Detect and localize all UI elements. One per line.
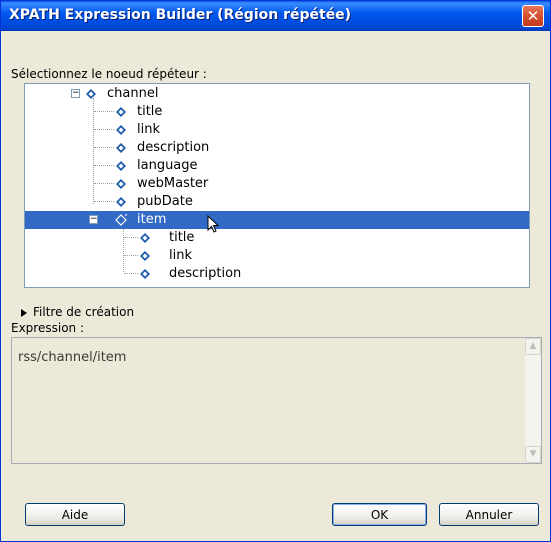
element-node-icon (140, 233, 150, 243)
ok-button[interactable]: OK (332, 503, 427, 526)
node-label: channel (107, 86, 159, 101)
expression-label: Expression : (11, 321, 84, 335)
expression-value: rss/channel/item (18, 350, 127, 365)
help-button[interactable]: Aide (25, 503, 125, 526)
collapse-icon[interactable]: − (71, 89, 80, 98)
node-label: link (169, 248, 192, 263)
tree-node-channel[interactable]: − channel (25, 85, 529, 103)
dialog-window: XPATH Expression Builder (Région répétée… (0, 0, 551, 542)
element-node-icon (86, 89, 96, 99)
element-node-icon (116, 143, 126, 153)
tree-node-link[interactable]: link (25, 121, 529, 139)
element-node-icon (116, 197, 126, 207)
scroll-down-icon[interactable]: ▼ (525, 446, 541, 463)
scroll-up-icon[interactable]: ▲ (525, 338, 541, 355)
node-label: description (137, 140, 210, 155)
tree-node-item-title[interactable]: title (25, 229, 529, 247)
tree-node-language[interactable]: language (25, 157, 529, 175)
filter-toggle[interactable]: Filtre de création (21, 305, 134, 319)
node-label: language (137, 158, 198, 173)
repeating-node-icon (115, 214, 127, 226)
element-node-icon (116, 161, 126, 171)
tree-node-title[interactable]: title (25, 103, 529, 121)
collapse-icon[interactable]: − (89, 215, 98, 224)
window-title: XPATH Expression Builder (Région répétée… (9, 7, 352, 23)
element-node-icon (140, 269, 150, 279)
element-node-icon (116, 107, 126, 117)
tree-node-item-link[interactable]: link (25, 247, 529, 265)
tree-node-webmaster[interactable]: webMaster (25, 175, 529, 193)
tree-node-pubdate[interactable]: pubDate (25, 193, 529, 211)
node-label: item (137, 212, 167, 227)
close-icon[interactable]: ✕ (522, 5, 544, 27)
element-node-icon (116, 125, 126, 135)
node-label: title (169, 230, 195, 245)
vertical-scrollbar[interactable]: ▲ ▼ (524, 338, 541, 463)
tree-node-item[interactable]: − item (25, 211, 529, 233)
cancel-button[interactable]: Annuler (439, 503, 539, 526)
tree-node-description[interactable]: description (25, 139, 529, 157)
expression-field[interactable]: rss/channel/item ▲ ▼ (11, 337, 542, 464)
node-label: link (137, 122, 160, 137)
title-bar: XPATH Expression Builder (Région répétée… (1, 1, 550, 31)
node-label: description (169, 266, 242, 281)
node-label: webMaster (137, 176, 209, 191)
node-label: title (137, 104, 163, 119)
element-node-icon (140, 251, 150, 261)
tree-label: Sélectionnez le noeud répéteur : (11, 67, 207, 81)
node-label: pubDate (137, 194, 193, 209)
element-node-icon (116, 179, 126, 189)
tree-node-item-description[interactable]: description (25, 265, 529, 283)
node-tree[interactable]: − channel title link description languag… (24, 83, 530, 288)
filter-label: Filtre de création (33, 305, 135, 319)
expand-arrow-icon (21, 308, 27, 317)
